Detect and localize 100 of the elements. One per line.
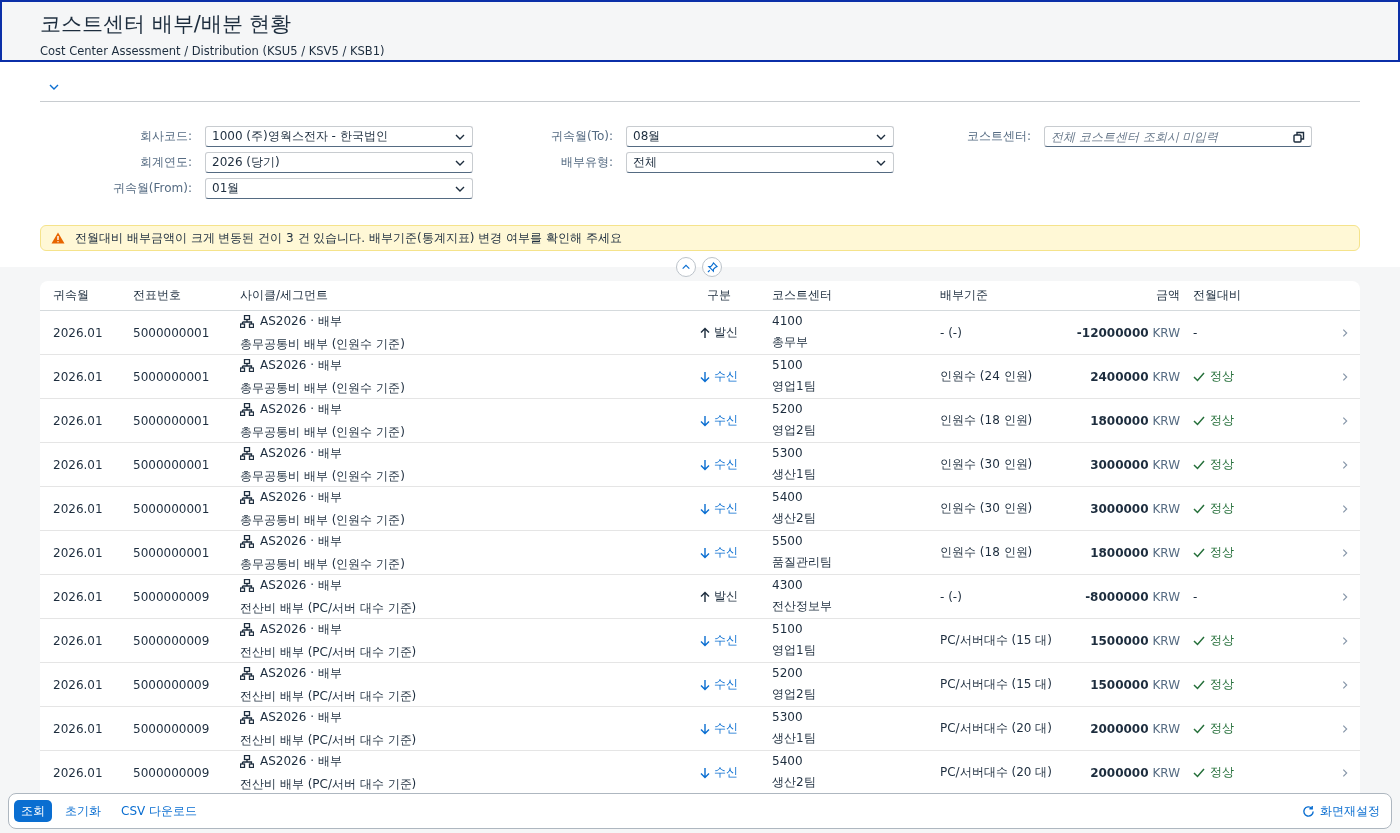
page-title: 코스트센터 배부/배분 현황 [40,11,293,38]
cycle-text: AS2026 · 배부 [260,488,342,506]
table-cell-text: 5000000009 [133,589,211,604]
cost-center-code: 5100 [772,622,804,636]
cost-center-input[interactable]: 전체 코스트센터 조회시 미입력 [1044,126,1312,147]
navigation-icon[interactable] [1340,767,1350,778]
table-cell-text: PC/서버대수 (20 대) [940,720,1053,737]
cost-center-name: 생산1팀 [772,730,817,747]
warning-text: 전월대비 배부금액이 크게 변동된 건이 3 건 있습니다. 배부기준(통계지표) 변경 여부를 확인해 주세요 [75,229,622,247]
table-row[interactable]: 2026.01 5000000001 AS2026 · 배부 총무공통비 배부 (인원수 기준) 수신 5300 생산1팀 인원수 (30 인원) 3000000 KRW 정상 [40,443,1360,487]
toolbar-button[interactable]: 조회 [14,800,52,822]
navigation-icon[interactable] [1340,415,1350,426]
navigation-icon[interactable] [1340,503,1350,514]
table-cell-text: 5000000009 [133,721,211,736]
cost-center-code: 5300 [772,710,804,724]
table-cell-text: 2026.01 [53,677,104,692]
table-row[interactable]: 2026.01 5000000001 AS2026 · 배부 총무공통비 배부 (인원수 기준) 수신 5100 영업1팀 인원수 (24 인원) 2400000 KRW 정상 [40,355,1360,399]
table-cell-text: 인원수 (30 인원) [940,456,1034,473]
table-row[interactable]: 2026.01 5000000001 AS2026 · 배부 총무공통비 배부 (인원수 기준) 발신 4100 총무부 - (-) -12000000 KRW - [40,311,1360,355]
dropdown-field[interactable]: 01월 [205,178,473,199]
cycle-text: AS2026 · 배부 [260,576,342,594]
navigation-icon[interactable] [1340,635,1350,646]
table-cell-text: 2026.01 [53,721,104,736]
navigation-icon[interactable] [1340,679,1350,690]
hierarchy-icon [240,666,254,680]
status-label: - [1192,589,1199,604]
toolbar-button[interactable]: 초기화 [58,800,108,822]
field-label: 회계연도: [138,154,192,171]
hierarchy-icon [240,402,254,416]
arrow-down-icon [700,634,710,647]
table-cell-text: PC/서버대수 (15 대) [940,632,1053,649]
arrow-down-icon [700,678,710,691]
segment-text: 총무공통비 배부 (인원수 기준) [240,335,406,353]
segment-text: 총무공통비 배부 (인원수 기준) [240,511,406,529]
hierarchy-icon [240,622,254,636]
dropdown-field[interactable]: 전체 [626,152,894,173]
amount-cell-text: -8000000 KRW [1084,589,1181,604]
table-cell-text: PC/서버대수 (15 대) [940,676,1053,693]
dropdown-field[interactable]: 08월 [626,126,894,147]
table-cell-text: - (-) [940,589,963,604]
table-cell-text: 5000000009 [133,633,211,648]
check-icon [1193,635,1205,646]
navigation-icon[interactable] [1340,327,1350,338]
cost-center-code: 4100 [772,314,804,328]
table-cell-text: 5000000001 [133,325,211,340]
table-row[interactable]: 2026.01 5000000009 AS2026 · 배부 전산비 배부 (PC/서버 대수 기준) 수신 5100 영업1팀 PC/서버대수 (15 대) 1500000 KRW 정상 [40,619,1360,663]
dropdown-field[interactable]: 1000 (주)영웍스전자 - 한국법인 [205,126,473,147]
amount-cell-text: 2400000 KRW [1089,369,1181,384]
check-icon [1193,679,1205,690]
cycle-text: AS2026 · 배부 [260,356,342,374]
status-label: 정상 [1186,676,1336,693]
cost-center-code: 4300 [772,578,804,592]
hierarchy-icon [240,358,254,372]
table-cell-text: 인원수 (18 인원) [940,544,1034,561]
status-label: 정상 [1186,500,1336,517]
refresh-icon [1302,804,1315,818]
table-row[interactable]: 2026.01 5000000001 AS2026 · 배부 총무공통비 배부 (인원수 기준) 수신 5400 생산2팀 인원수 (30 인원) 3000000 KRW 정상 [40,487,1360,531]
status-label: 정상 [1186,412,1336,429]
hierarchy-icon [240,710,254,724]
check-icon [1193,415,1205,426]
amount-cell-text: 1500000 KRW [1089,677,1181,692]
cost-center-name: 전산정보부 [772,598,833,615]
direction-label: 수신 [680,676,772,693]
field-label: 회사코드: [138,128,192,145]
table-cell-text: 2026.01 [53,633,104,648]
cost-center-name: 총무부 [772,334,809,351]
status-label: 정상 [1186,368,1336,385]
toolbar-button[interactable]: CSV 다운로드 [114,800,205,822]
reset-view-button[interactable]: 화면재설정 [1296,802,1386,820]
status-label: - [1192,325,1199,340]
column-header: 금액 [1155,287,1181,304]
arrow-down-icon [700,414,710,427]
table-row[interactable]: 2026.01 5000000001 AS2026 · 배부 총무공통비 배부 (인원수 기준) 수신 5200 영업2팀 인원수 (18 인원) 1800000 KRW 정상 [40,399,1360,443]
cost-center-name: 영업1팀 [772,642,817,659]
navigation-icon[interactable] [1340,547,1350,558]
dropdown-field[interactable]: 2026 (당기) [205,152,473,173]
column-header: 사이클/세그먼트 [240,287,330,304]
hierarchy-icon [240,314,254,328]
table-row[interactable]: 2026.01 5000000009 AS2026 · 배부 전산비 배부 (PC/서버 대수 기준) 수신 5200 영업2팀 PC/서버대수 (15 대) 1500000 KRW 정상 [40,663,1360,707]
table-row[interactable]: 2026.01 5000000009 AS2026 · 배부 전산비 배부 (PC/서버 대수 기준) 수신 5300 생산1팀 PC/서버대수 (20 대) 2000000 KRW 정상 [40,707,1360,751]
pin-header-button[interactable] [702,257,722,277]
direction-label: 수신 [680,368,772,385]
status-label: 정상 [1186,632,1336,649]
cycle-text: AS2026 · 배부 [260,752,342,770]
table-row[interactable]: 2026.01 5000000009 AS2026 · 배부 전산비 배부 (PC/서버 대수 기준) 발신 4300 전산정보부 - (-) -8000000 KRW - [40,575,1360,619]
navigation-icon[interactable] [1340,459,1350,470]
table-cell-text: 5000000001 [133,413,211,428]
value-help-icon[interactable] [1293,130,1305,143]
amount-cell-text: 3000000 KRW [1089,501,1181,516]
table-cell-text: 인원수 (30 인원) [940,500,1034,517]
cost-center-code: 5200 [772,666,804,680]
navigation-icon[interactable] [1340,591,1350,602]
table-row[interactable]: 2026.01 5000000001 AS2026 · 배부 총무공통비 배부 (인원수 기준) 수신 5500 품질관리팀 인원수 (18 인원) 1800000 KRW 정상 [40,531,1360,575]
navigation-icon[interactable] [1340,371,1350,382]
table-cell-text: 5000000001 [133,501,211,516]
navigation-icon[interactable] [1340,723,1350,734]
table-cell-text: 2026.01 [53,501,104,516]
table-cell-text: 2026.01 [53,765,104,780]
collapse-header-button[interactable] [676,257,696,277]
amount-cell-text: 1800000 KRW [1089,413,1181,428]
